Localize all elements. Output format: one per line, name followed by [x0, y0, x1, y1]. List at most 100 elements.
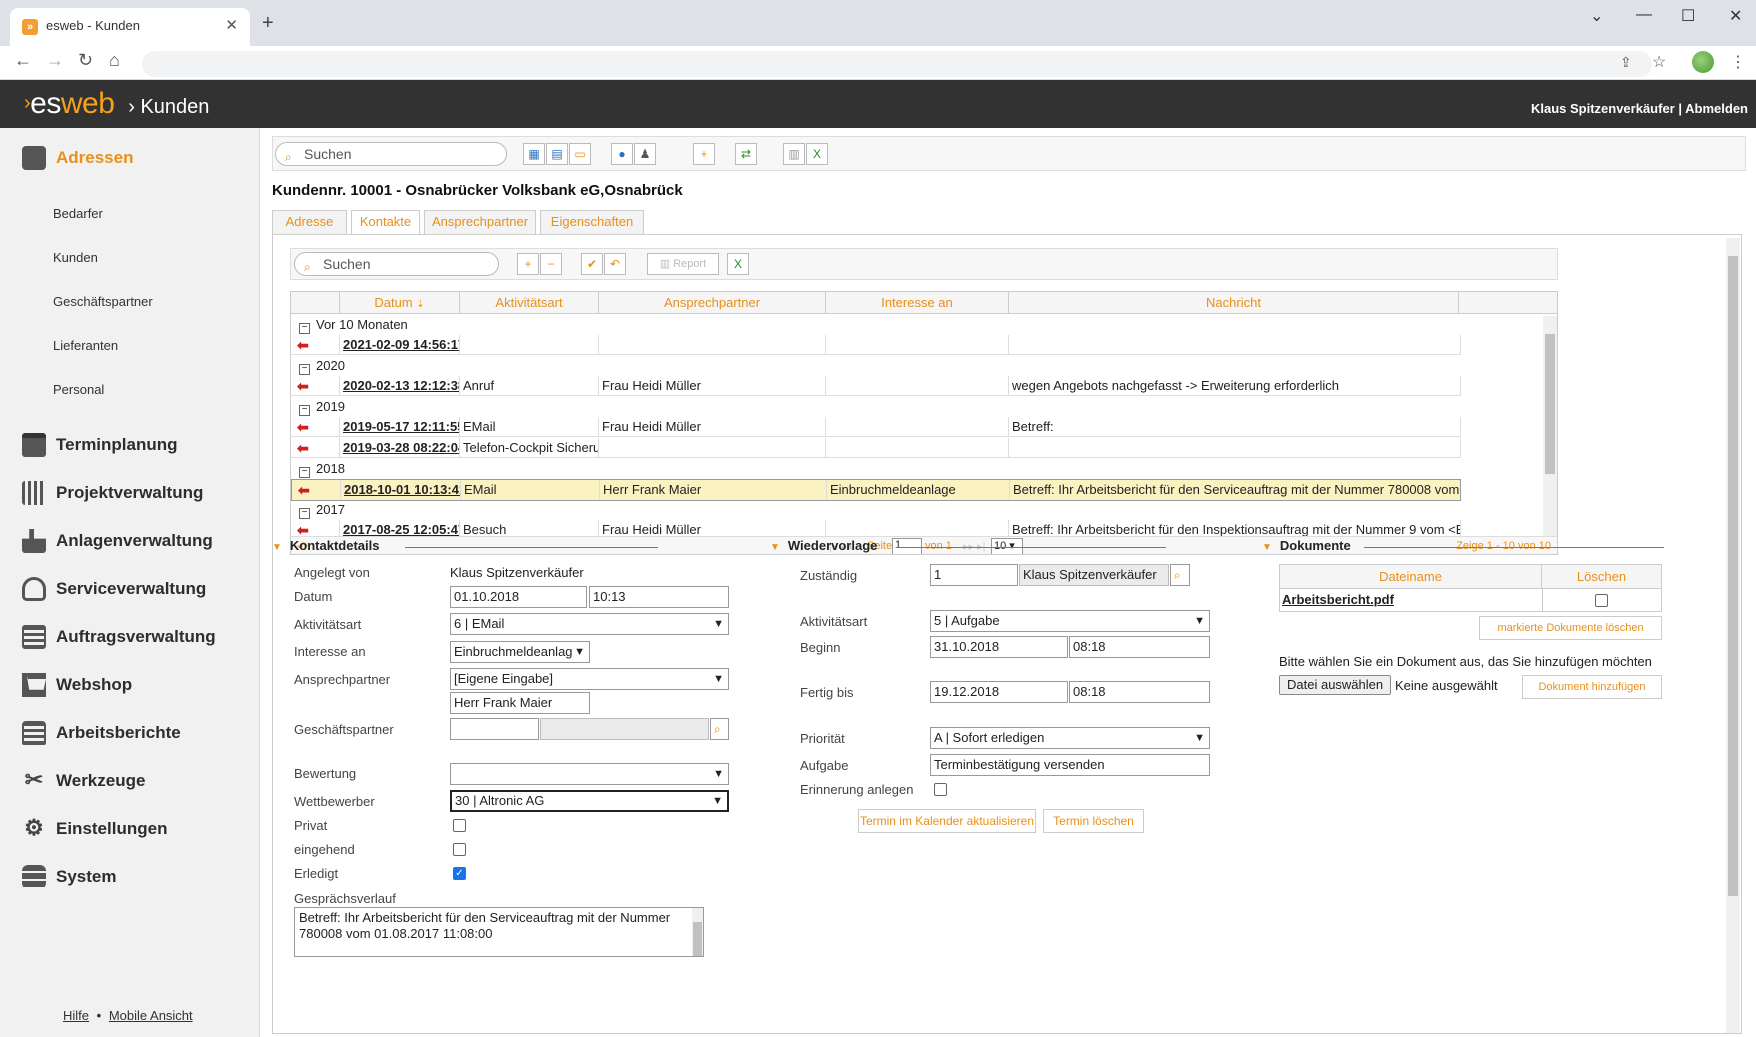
tab-adresse[interactable]: Adresse — [272, 210, 347, 234]
sidebar-item-serviceverwaltung[interactable]: Serviceverwaltung — [22, 575, 206, 603]
verlauf-textarea[interactable]: Betreff: Ihr Arbeitsbericht für den Serv… — [294, 907, 704, 957]
datum-input[interactable]: 01.10.2018 — [450, 586, 587, 608]
collapse-group-icon[interactable]: − — [299, 323, 310, 334]
tab-eigenschaften[interactable]: Eigenschaften — [540, 210, 644, 234]
sidebar-sub-geschaeftspartner[interactable]: Geschäftspartner — [53, 294, 153, 309]
undo-icon[interactable]: ↶ — [604, 253, 626, 275]
grid-header-nachricht[interactable]: Nachricht — [1009, 292, 1459, 314]
wettbewerber-select[interactable]: 30 | Altronic AG ▼ — [450, 790, 729, 812]
sidebar-item-arbeitsberichte[interactable]: Arbeitsberichte — [22, 719, 181, 747]
collapse-group-icon[interactable]: − — [299, 467, 310, 478]
table-cell-date-link[interactable]: 2019-03-28 08:22:04 — [340, 438, 460, 458]
tab-search-icon[interactable]: ⌄ — [1590, 6, 1603, 26]
sidebar-item-system[interactable]: System — [22, 863, 116, 891]
grid-group-header[interactable]: −2018 — [291, 459, 1461, 479]
aktivitaetsart-select[interactable]: 6 | EMail ▼ — [450, 613, 729, 635]
report-button[interactable]: ▥ Report — [647, 253, 719, 275]
search-input[interactable]: ⌕ Suchen — [275, 142, 507, 166]
help-link[interactable]: Hilfe — [63, 1008, 89, 1023]
grid-search-input[interactable]: ⌕ Suchen — [294, 252, 499, 276]
table-row[interactable]: ⬅ 2018-10-01 10:13:41 EMail Herr Frank Maie… — [291, 479, 1461, 501]
profile-avatar[interactable] — [1692, 51, 1714, 73]
remove-row-icon[interactable]: − — [540, 253, 562, 275]
eingehend-checkbox[interactable] — [453, 843, 466, 856]
fertig-datum-input[interactable]: 19.12.2018 — [930, 681, 1068, 703]
panel-scrollbar[interactable] — [1726, 238, 1740, 1033]
aufgabe-input[interactable]: Terminbestätigung versenden — [930, 754, 1210, 776]
maximize-icon[interactable]: ☐ — [1681, 6, 1695, 26]
verlauf-scrollbar-thumb[interactable] — [693, 922, 702, 956]
grid-view-icon[interactable]: ▦ — [523, 143, 545, 165]
table-cell-date-link[interactable]: 2018-10-01 10:13:41 — [341, 480, 461, 500]
documents-header-delete[interactable]: Löschen — [1542, 565, 1661, 589]
sidebar-sub-bedarfer[interactable]: Bedarfer — [53, 206, 103, 221]
table-row[interactable]: ⬅ 2020-02-13 12:12:38 Anruf Frau Heidi Müll… — [291, 376, 1461, 396]
bewertung-select[interactable]: ▼ — [450, 763, 729, 785]
sidebar-item-adressen[interactable]: Adressen — [22, 144, 133, 172]
address-bar[interactable] — [142, 51, 1652, 77]
bookmark-star-icon[interactable]: ☆ — [1652, 52, 1666, 72]
grid-excel-export-icon[interactable]: X — [727, 253, 749, 275]
share-icon[interactable]: ⇪ — [1620, 54, 1632, 71]
logout-link[interactable]: Abmelden — [1685, 101, 1748, 116]
detail-view-icon[interactable]: ▤ — [546, 143, 568, 165]
sidebar-item-webshop[interactable]: Webshop — [22, 671, 132, 699]
print-icon[interactable]: ▥ — [783, 143, 805, 165]
back-icon[interactable]: ← — [14, 50, 32, 71]
folder-icon[interactable]: ▭ — [569, 143, 591, 165]
new-tab-icon[interactable]: + — [262, 12, 274, 35]
grid-header-ansprechpartner[interactable]: Ansprechpartner — [599, 292, 826, 314]
sidebar-item-projektverwaltung[interactable]: Projektverwaltung — [22, 479, 203, 507]
sidebar-item-auftragsverwaltung[interactable]: Auftragsverwaltung — [22, 623, 216, 651]
contact-icon[interactable]: ● — [611, 143, 633, 165]
document-link[interactable]: Arbeitsbericht.pdf — [1282, 592, 1394, 607]
documents-header-name[interactable]: Dateiname — [1280, 565, 1542, 589]
choose-file-button[interactable]: Datei auswählen — [1279, 675, 1392, 695]
tab-kontakte[interactable]: Kontakte — [351, 210, 420, 235]
close-window-icon[interactable]: ✕ — [1729, 6, 1742, 26]
close-tab-icon[interactable]: ✕ — [225, 16, 238, 34]
table-row[interactable]: ⬅ 2021-02-09 14:56:17 — [291, 335, 1461, 355]
save-check-icon[interactable]: ✔ — [581, 253, 603, 275]
mobile-view-link[interactable]: Mobile Ansicht — [109, 1008, 193, 1023]
sidebar-item-anlagenverwaltung[interactable]: Anlagenverwaltung — [22, 527, 213, 555]
geschaeftspartner-search-icon[interactable]: ⌕ — [710, 718, 729, 740]
collapse-group-icon[interactable]: − — [299, 508, 310, 519]
kontaktdetails-heading[interactable]: ▼ Kontaktdetails — [272, 538, 664, 553]
ansprechpartner-name-input[interactable]: Herr Frank Maier — [450, 692, 590, 714]
table-row[interactable]: ⬅ 2019-05-17 12:11:55 EMail Frau Heidi Müll… — [291, 417, 1461, 437]
privat-checkbox[interactable] — [453, 819, 466, 832]
grid-header-datum[interactable]: Datum ⇣ — [340, 292, 460, 314]
ansprechpartner-select[interactable]: [Eigene Eingabe] ▼ — [450, 668, 729, 690]
add-icon[interactable]: + — [693, 143, 715, 165]
erinnerung-checkbox[interactable] — [934, 783, 947, 796]
grid-group-header[interactable]: − Vor 10 Monaten — [291, 315, 1461, 335]
wv-aktivitaetsart-select[interactable]: 5 | Aufgabe ▼ — [930, 610, 1210, 632]
delete-appointment-button[interactable]: Termin löschen — [1043, 809, 1144, 833]
sidebar-item-terminplanung[interactable]: Terminplanung — [22, 431, 178, 459]
esweb-logo[interactable]: ›esweb › Kunden — [24, 87, 209, 121]
grid-header-aktivitaetsart[interactable]: Aktivitätsart — [460, 292, 599, 314]
zeit-input[interactable]: 10:13 — [589, 586, 729, 608]
fertig-zeit-input[interactable]: 08:18 — [1069, 681, 1210, 703]
sidebar-sub-kunden[interactable]: Kunden — [53, 250, 98, 265]
wiedervorlage-heading[interactable]: ▼ Wiedervorlage — [770, 538, 1168, 553]
zustaendig-search-icon[interactable]: ⌕ — [1170, 564, 1190, 586]
minimize-icon[interactable]: — — [1636, 6, 1652, 24]
panel-scrollbar-thumb[interactable] — [1728, 256, 1738, 896]
home-icon[interactable]: ⌂ — [109, 50, 120, 71]
add-row-icon[interactable]: + — [517, 253, 539, 275]
zustaendig-id-input[interactable]: 1 — [930, 564, 1018, 586]
update-calendar-button[interactable]: Termin im Kalender aktualisieren — [858, 809, 1036, 833]
delete-marked-documents-button[interactable]: markierte Dokumente löschen — [1479, 616, 1662, 640]
menu-kebab-icon[interactable]: ⋮ — [1730, 52, 1746, 72]
beginn-zeit-input[interactable]: 08:18 — [1069, 636, 1210, 658]
grid-scrollbar-thumb[interactable] — [1545, 334, 1555, 474]
collapse-group-icon[interactable]: − — [299, 364, 310, 375]
browser-tab[interactable]: » esweb - Kunden ✕ — [10, 8, 250, 46]
document-delete-checkbox[interactable] — [1595, 594, 1608, 607]
collapse-group-icon[interactable]: − — [299, 405, 310, 416]
table-cell-date-link[interactable]: 2021-02-09 14:56:17 — [340, 335, 460, 355]
sidebar-item-werkzeuge[interactable]: ✂ Werkzeuge — [22, 767, 146, 795]
erledigt-checkbox[interactable]: ✓ — [453, 867, 466, 880]
